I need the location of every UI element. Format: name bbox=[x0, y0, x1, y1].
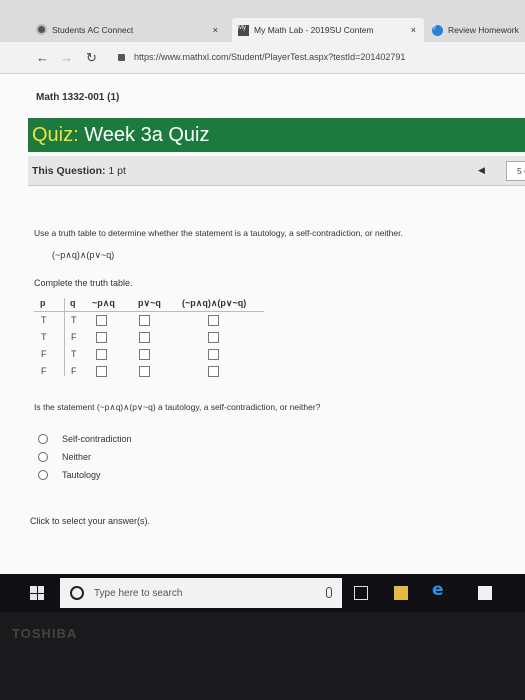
file-explorer-icon[interactable] bbox=[394, 586, 408, 600]
radio-button[interactable] bbox=[38, 434, 48, 444]
quiz-prefix: Quiz: bbox=[32, 124, 79, 146]
close-tab-icon[interactable]: × bbox=[213, 25, 218, 35]
close-tab-icon[interactable]: × bbox=[411, 25, 416, 35]
answer-box[interactable] bbox=[96, 349, 107, 360]
cell-p: F bbox=[41, 366, 47, 376]
cell-q: F bbox=[71, 366, 77, 376]
back-arrow-icon[interactable]: ← bbox=[36, 50, 49, 65]
reload-icon[interactable]: ↻ bbox=[86, 50, 97, 66]
laptop-brand-logo: TOSHIBA bbox=[12, 626, 78, 641]
url-field[interactable]: https://www.mathxl.com/Student/PlayerTes… bbox=[134, 52, 405, 62]
quiz-name: Week 3a Quiz bbox=[84, 124, 210, 146]
question-counter[interactable]: 5 of 8 ( bbox=[506, 161, 525, 181]
tab-my-math-lab[interactable]: My My Math Lab - 2019SU Contem × bbox=[232, 18, 424, 42]
lock-icon bbox=[118, 54, 125, 61]
edge-browser-icon[interactable]: e bbox=[432, 580, 446, 600]
truth-table: p q ~p∧q p∨~q (~p∧q)∧(p∨~q) T T T F F T … bbox=[34, 298, 274, 378]
instruction-text: Use a truth table to determine whether t… bbox=[34, 228, 403, 238]
forward-arrow-icon[interactable]: → bbox=[60, 50, 73, 65]
answer-box[interactable] bbox=[96, 315, 107, 326]
answer-box[interactable] bbox=[139, 366, 150, 377]
screen: Students AC Connect × My My Math Lab - 2… bbox=[0, 0, 525, 612]
microphone-icon[interactable] bbox=[326, 587, 332, 598]
header-not-p-and-q: ~p∧q bbox=[92, 298, 115, 308]
cell-q: T bbox=[71, 315, 77, 325]
header-p-or-not-q: p∨~q bbox=[138, 298, 161, 308]
table-column-divider bbox=[64, 298, 65, 376]
prev-question-icon[interactable]: ◀ bbox=[478, 165, 485, 176]
answer-box[interactable] bbox=[96, 332, 107, 343]
option-label: Tautology bbox=[62, 470, 101, 480]
answer-box[interactable] bbox=[208, 349, 219, 360]
option-label: Self-contradiction bbox=[62, 434, 132, 444]
taskbar-search-box[interactable]: Type here to search bbox=[60, 578, 342, 608]
cortana-icon bbox=[70, 586, 84, 600]
radio-button[interactable] bbox=[38, 452, 48, 462]
page: Math 1332-001 (1) Quiz: Week 3a Quiz Thi… bbox=[0, 74, 525, 574]
task-view-icon[interactable] bbox=[354, 586, 368, 600]
tab-review-homework[interactable]: ? Review Homework bbox=[426, 18, 525, 42]
address-bar: ← → ↻ https://www.mathxl.com/Student/Pla… bbox=[0, 42, 525, 74]
quiz-header: Quiz: Week 3a Quiz bbox=[28, 118, 525, 152]
store-icon[interactable] bbox=[478, 586, 492, 600]
complete-label: Complete the truth table. bbox=[34, 278, 133, 288]
search-placeholder: Type here to search bbox=[94, 588, 183, 599]
option-self-contradiction[interactable]: Self-contradiction bbox=[38, 434, 132, 444]
option-label: Neither bbox=[62, 452, 92, 462]
answer-hint: Click to select your answer(s). bbox=[30, 516, 151, 526]
cell-q: T bbox=[71, 349, 77, 359]
quiz-title: Quiz: Week 3a Quiz bbox=[32, 124, 210, 147]
header-q: q bbox=[70, 298, 76, 308]
tab-students-ac-connect[interactable]: Students AC Connect × bbox=[36, 18, 226, 42]
question-label: This Question: 1 pt bbox=[32, 165, 126, 177]
browser-tab-bar: Students AC Connect × My My Math Lab - 2… bbox=[0, 0, 525, 42]
tab-label: Review Homework bbox=[448, 25, 519, 35]
help-icon: ? bbox=[432, 24, 443, 36]
course-title: Math 1332-001 (1) bbox=[36, 92, 120, 103]
answer-box[interactable] bbox=[139, 349, 150, 360]
answer-box[interactable] bbox=[96, 366, 107, 377]
cell-p: T bbox=[41, 315, 47, 325]
answer-box[interactable] bbox=[139, 315, 150, 326]
radio-button[interactable] bbox=[38, 470, 48, 480]
cell-p: T bbox=[41, 332, 47, 342]
windows-taskbar: Type here to search e bbox=[0, 574, 525, 612]
header-p: p bbox=[40, 298, 46, 308]
cell-p: F bbox=[41, 349, 47, 359]
option-tautology[interactable]: Tautology bbox=[38, 470, 101, 480]
tab-label: My Math Lab - 2019SU Contem bbox=[254, 25, 374, 35]
mymathlab-icon: My bbox=[238, 24, 249, 36]
cell-q: F bbox=[71, 332, 77, 342]
classification-question: Is the statement (~p∧q)∧(p∨~q) a tautolo… bbox=[34, 402, 321, 412]
question-content: Use a truth table to determine whether t… bbox=[28, 186, 525, 574]
chrome-icon bbox=[36, 24, 47, 35]
answer-box[interactable] bbox=[208, 315, 219, 326]
table-header-divider bbox=[34, 311, 264, 312]
question-bar: This Question: 1 pt ◀ 5 of 8 ( bbox=[28, 156, 525, 186]
answer-box[interactable] bbox=[208, 332, 219, 343]
header-full-statement: (~p∧q)∧(p∨~q) bbox=[182, 298, 247, 308]
windows-start-icon[interactable] bbox=[30, 586, 44, 600]
question-points: 1 pt bbox=[108, 165, 126, 177]
answer-box[interactable] bbox=[208, 366, 219, 377]
option-neither[interactable]: Neither bbox=[38, 452, 91, 462]
statement: (~p∧q)∧(p∨~q) bbox=[52, 250, 115, 260]
answer-box[interactable] bbox=[139, 332, 150, 343]
tab-label: Students AC Connect bbox=[52, 25, 134, 35]
